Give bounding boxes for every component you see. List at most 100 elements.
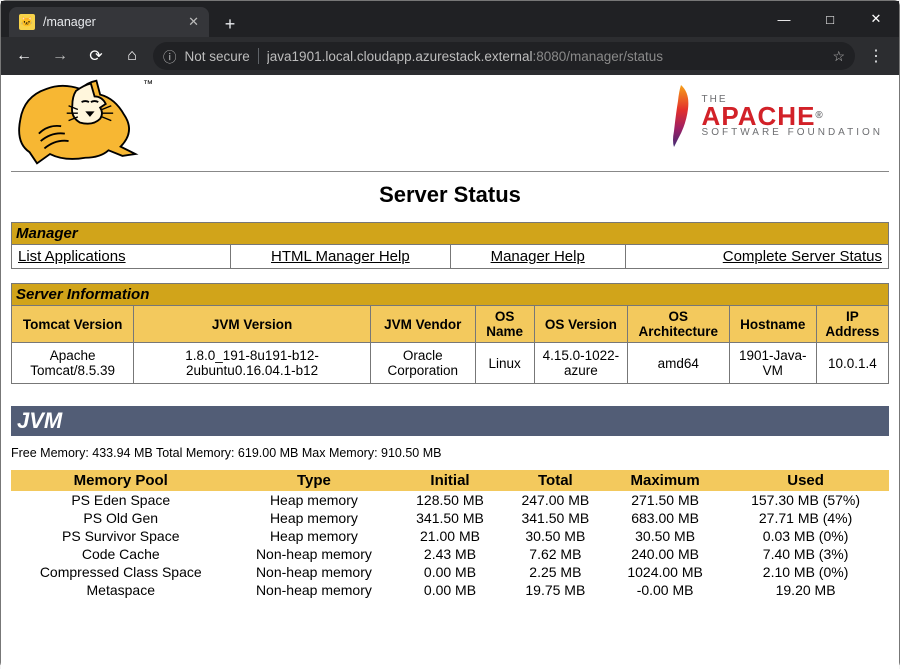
mem-type: Non-heap memory [231,581,398,599]
mem-max: 1024.00 MB [608,563,722,581]
tab-close-icon[interactable]: ✕ [188,14,199,30]
trademark-symbol: ™ [143,79,153,169]
mem-used: 2.10 MB (0%) [722,563,889,581]
val-tomcat-version: Apache Tomcat/8.5.39 [12,343,134,384]
manager-header: Manager [12,223,889,245]
mem-pool: Compressed Class Space [11,563,231,581]
mem-pool: Metaspace [11,581,231,599]
mem-total: 247.00 MB [503,491,608,509]
window-maximize-button[interactable]: □ [807,1,853,37]
mem-total: 341.50 MB [503,509,608,527]
browser-tab[interactable]: 🐱 /manager ✕ [9,7,209,37]
jvm-memory-summary: Free Memory: 433.94 MB Total Memory: 619… [11,446,889,460]
mem-type: Non-heap memory [231,545,398,563]
col-initial: Initial [397,470,502,491]
apache-name: APACHE® [702,105,883,127]
feather-icon [664,83,698,149]
apache-logo: THE APACHE® SOFTWARE FOUNDATION [664,77,889,149]
col-type: Type [231,470,398,491]
val-ip-address: 10.0.1.4 [816,343,888,384]
mem-used: 27.71 MB (4%) [722,509,889,527]
bookmark-star-icon[interactable]: ☆ [832,48,845,65]
mem-type: Heap memory [231,527,398,545]
jvm-header: JVM [11,406,889,436]
mem-max: 271.50 MB [608,491,722,509]
mem-initial: 341.50 MB [397,509,502,527]
col-os-arch: OS Architecture [627,306,729,343]
col-jvm-version: JVM Version [134,306,371,343]
mem-total: 7.62 MB [503,545,608,563]
tab-title: /manager [43,15,96,29]
val-os-arch: amd64 [627,343,729,384]
mem-used: 157.30 MB (57%) [722,491,889,509]
new-tab-button[interactable]: + [217,11,243,37]
col-tomcat-version: Tomcat Version [12,306,134,343]
window-close-button[interactable]: ✕ [853,1,899,37]
manager-table: Manager List Applications HTML Manager H… [11,222,889,269]
address-bar[interactable]: ⓘ Not secure java1901.local.cloudapp.azu… [153,42,855,70]
server-info-table: Server Information Tomcat Version JVM Ve… [11,283,889,384]
mem-used: 7.40 MB (3%) [722,545,889,563]
memory-pool-row: Compressed Class SpaceNon-heap memory0.0… [11,563,889,581]
val-os-name: Linux [475,343,534,384]
window-minimize-button[interactable]: ― [761,1,807,37]
col-hostname: Hostname [729,306,816,343]
html-manager-help-link[interactable]: HTML Manager Help [271,248,410,265]
tab-favicon: 🐱 [19,14,35,30]
memory-pool-row: MetaspaceNon-heap memory0.00 MB19.75 MB-… [11,581,889,599]
omnibox-divider [258,48,259,64]
col-used: Used [722,470,889,491]
mem-used: 0.03 MB (0%) [722,527,889,545]
server-info-row: Apache Tomcat/8.5.39 1.8.0_191-8u191-b12… [12,343,889,384]
page-viewport[interactable]: ™ THE APACHE® SOFTWARE FOUNDATION Server… [1,75,899,669]
mem-initial: 0.00 MB [397,563,502,581]
memory-pool-row: PS Old GenHeap memory341.50 MB341.50 MB6… [11,509,889,527]
mem-type: Heap memory [231,491,398,509]
complete-server-status-link[interactable]: Complete Server Status [723,248,882,265]
security-label: Not secure [185,49,250,64]
mem-initial: 21.00 MB [397,527,502,545]
val-jvm-vendor: Oracle Corporation [370,343,475,384]
mem-total: 19.75 MB [503,581,608,599]
memory-pool-table: Memory Pool Type Initial Total Maximum U… [11,470,889,599]
manager-help-link[interactable]: Manager Help [491,248,585,265]
mem-total: 2.25 MB [503,563,608,581]
mem-max: 30.50 MB [608,527,722,545]
col-os-version: OS Version [534,306,627,343]
mem-initial: 0.00 MB [397,581,502,599]
url-text: java1901.local.cloudapp.azurestack.exter… [267,49,663,64]
col-maximum: Maximum [608,470,722,491]
forward-button[interactable]: → [45,41,75,71]
home-button[interactable]: ⌂ [117,41,147,71]
list-applications-link[interactable]: List Applications [18,248,126,265]
tomcat-logo [11,77,141,167]
mem-pool: PS Old Gen [11,509,231,527]
col-memory-pool: Memory Pool [11,470,231,491]
not-secure-icon: ⓘ [163,46,177,66]
mem-pool: PS Survivor Space [11,527,231,545]
server-info-header: Server Information [12,284,889,306]
val-os-version: 4.15.0-1022-azure [534,343,627,384]
mem-max: 683.00 MB [608,509,722,527]
mem-used: 19.20 MB [722,581,889,599]
apache-sub: SOFTWARE FOUNDATION [702,127,883,138]
col-ip-address: IP Address [816,306,888,343]
reload-button[interactable]: ⟳ [81,41,111,71]
browser-menu-button[interactable]: ⋮ [861,46,891,66]
col-total: Total [503,470,608,491]
page-title: Server Status [11,182,889,208]
memory-pool-row: Code CacheNon-heap memory2.43 MB7.62 MB2… [11,545,889,563]
mem-max: -0.00 MB [608,581,722,599]
header-separator [11,171,889,172]
mem-max: 240.00 MB [608,545,722,563]
val-hostname: 1901-Java-VM [729,343,816,384]
col-os-name: OS Name [475,306,534,343]
back-button[interactable]: ← [9,41,39,71]
memory-pool-row: PS Survivor SpaceHeap memory21.00 MB30.5… [11,527,889,545]
mem-pool: Code Cache [11,545,231,563]
mem-pool: PS Eden Space [11,491,231,509]
mem-type: Non-heap memory [231,563,398,581]
memory-pool-row: PS Eden SpaceHeap memory128.50 MB247.00 … [11,491,889,509]
col-jvm-vendor: JVM Vendor [370,306,475,343]
mem-total: 30.50 MB [503,527,608,545]
